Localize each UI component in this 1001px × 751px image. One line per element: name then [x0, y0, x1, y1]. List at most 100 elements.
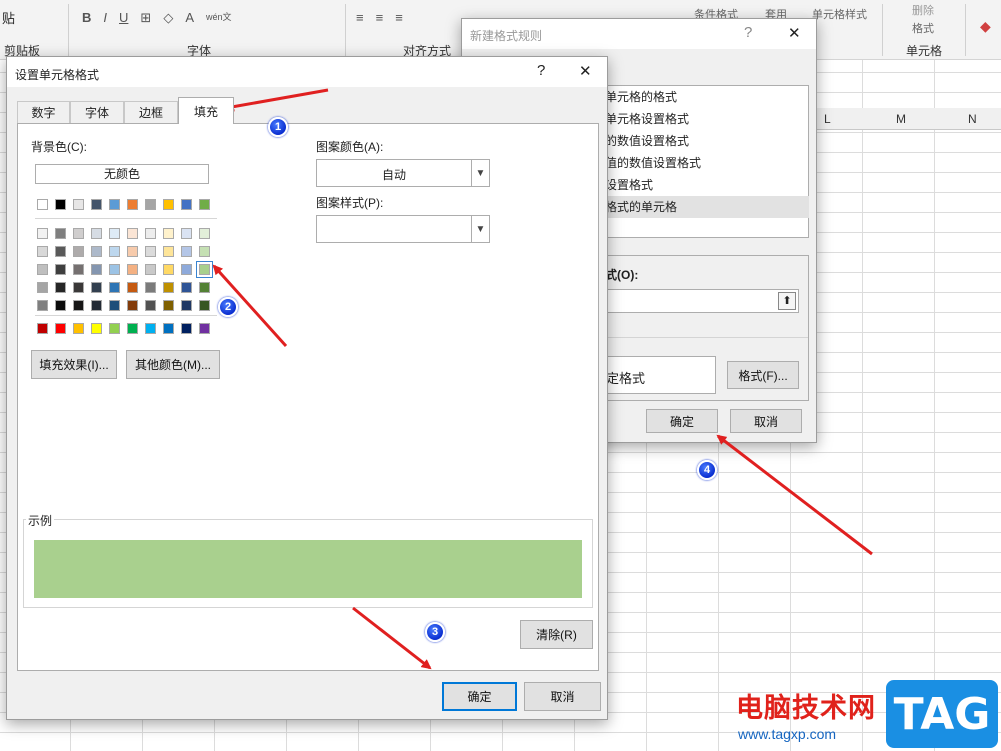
- fill-effects-button[interactable]: 填充效果(I)...: [31, 350, 117, 379]
- color-swatch[interactable]: [109, 199, 120, 210]
- color-swatch[interactable]: [163, 199, 174, 210]
- color-swatch[interactable]: [91, 282, 102, 293]
- close-icon[interactable]: ✕: [788, 24, 801, 42]
- tab-border[interactable]: 边框: [124, 101, 178, 123]
- list-item[interactable]: 值的数值设置格式: [603, 152, 809, 174]
- pattern-color-select[interactable]: 自动 ▼: [316, 159, 490, 187]
- rule-type-list[interactable]: 单元格的格式 单元格设置格式 的数值设置格式 值的数值设置格式 设置格式 格式的…: [602, 85, 809, 238]
- color-swatch[interactable]: [37, 323, 48, 334]
- color-swatch[interactable]: [73, 300, 84, 311]
- color-swatch[interactable]: [163, 246, 174, 257]
- color-swatch[interactable]: [127, 246, 138, 257]
- color-swatch[interactable]: [181, 264, 192, 275]
- color-swatch[interactable]: [109, 300, 120, 311]
- color-swatch[interactable]: [127, 228, 138, 239]
- color-swatch[interactable]: [145, 300, 156, 311]
- color-swatch[interactable]: [145, 199, 156, 210]
- border-icon[interactable]: ⊞: [140, 10, 151, 26]
- column-header[interactable]: M: [896, 112, 906, 126]
- color-swatch[interactable]: [37, 199, 48, 210]
- chevron-down-icon[interactable]: ▼: [471, 160, 489, 186]
- ribbon-format[interactable]: 格式: [912, 20, 934, 36]
- font-color-button[interactable]: A: [185, 10, 194, 26]
- eraser-icon[interactable]: ◆: [980, 18, 991, 35]
- color-swatch[interactable]: [145, 282, 156, 293]
- color-swatch[interactable]: [73, 323, 84, 334]
- color-swatch[interactable]: [163, 228, 174, 239]
- color-swatch[interactable]: [181, 282, 192, 293]
- color-swatch[interactable]: [55, 246, 66, 257]
- color-swatch[interactable]: [91, 264, 102, 275]
- close-icon[interactable]: ✕: [579, 62, 592, 80]
- color-swatch[interactable]: [181, 323, 192, 334]
- format-button[interactable]: 格式(F)...: [727, 361, 799, 389]
- color-swatch[interactable]: [73, 282, 84, 293]
- color-swatch[interactable]: [91, 228, 102, 239]
- color-swatch[interactable]: [91, 246, 102, 257]
- align-right-icon[interactable]: ≡: [395, 10, 403, 25]
- color-swatch[interactable]: [196, 261, 213, 278]
- bold-button[interactable]: B: [82, 10, 91, 26]
- color-swatch[interactable]: [199, 300, 210, 311]
- tab-fill[interactable]: 填充: [178, 97, 234, 124]
- color-swatch[interactable]: [163, 264, 174, 275]
- help-icon[interactable]: ?: [537, 62, 545, 79]
- collapse-range-icon[interactable]: ⬆: [778, 292, 796, 310]
- list-item-selected[interactable]: 格式的单元格: [603, 196, 809, 218]
- color-swatch[interactable]: [127, 199, 138, 210]
- color-swatch[interactable]: [127, 264, 138, 275]
- color-swatch[interactable]: [55, 199, 66, 210]
- list-item[interactable]: 的数值设置格式: [603, 130, 809, 152]
- underline-button[interactable]: U: [119, 10, 128, 26]
- color-swatch[interactable]: [73, 228, 84, 239]
- color-swatch[interactable]: [73, 246, 84, 257]
- list-item[interactable]: 单元格的格式: [603, 86, 809, 108]
- pattern-style-select[interactable]: ▼: [316, 215, 490, 243]
- color-swatch[interactable]: [127, 300, 138, 311]
- color-swatch[interactable]: [109, 264, 120, 275]
- color-swatch[interactable]: [145, 228, 156, 239]
- color-swatch[interactable]: [73, 264, 84, 275]
- color-swatch[interactable]: [55, 323, 66, 334]
- ribbon-delete[interactable]: 删除: [912, 2, 934, 18]
- color-swatch[interactable]: [199, 228, 210, 239]
- color-swatch[interactable]: [199, 323, 210, 334]
- phonetic-button[interactable]: wén文: [206, 10, 232, 26]
- color-swatch[interactable]: [145, 246, 156, 257]
- cancel-button[interactable]: 取消: [524, 682, 601, 711]
- list-item[interactable]: 单元格设置格式: [603, 108, 809, 130]
- color-swatch[interactable]: [109, 228, 120, 239]
- color-swatch[interactable]: [163, 282, 174, 293]
- color-swatch[interactable]: [91, 323, 102, 334]
- color-swatch[interactable]: [109, 282, 120, 293]
- color-swatch[interactable]: [37, 264, 48, 275]
- align-center-icon[interactable]: ≡: [376, 10, 384, 25]
- color-swatch[interactable]: [163, 323, 174, 334]
- list-item[interactable]: 设置格式: [603, 174, 809, 196]
- no-color-button[interactable]: 无颜色: [35, 164, 209, 184]
- color-swatch[interactable]: [109, 323, 120, 334]
- color-swatch[interactable]: [163, 300, 174, 311]
- chevron-down-icon[interactable]: ▼: [471, 216, 489, 242]
- align-left-icon[interactable]: ≡: [356, 10, 364, 25]
- color-swatch[interactable]: [55, 228, 66, 239]
- fill-color-icon[interactable]: ◇: [163, 10, 173, 26]
- color-swatch[interactable]: [37, 246, 48, 257]
- cancel-button[interactable]: 取消: [730, 409, 802, 433]
- paste-button[interactable]: 贴: [2, 8, 15, 27]
- color-swatch[interactable]: [199, 199, 210, 210]
- ok-button[interactable]: 确定: [442, 682, 517, 711]
- clear-button[interactable]: 清除(R): [520, 620, 593, 649]
- color-swatch[interactable]: [37, 228, 48, 239]
- color-swatch[interactable]: [91, 300, 102, 311]
- formula-input[interactable]: ⬆: [603, 289, 799, 313]
- color-swatch[interactable]: [91, 199, 102, 210]
- help-icon[interactable]: ?: [744, 24, 752, 41]
- color-swatch[interactable]: [73, 199, 84, 210]
- color-swatch[interactable]: [181, 228, 192, 239]
- color-swatch[interactable]: [37, 282, 48, 293]
- color-swatch[interactable]: [55, 282, 66, 293]
- color-swatch[interactable]: [55, 264, 66, 275]
- color-swatch[interactable]: [55, 300, 66, 311]
- color-swatch[interactable]: [181, 246, 192, 257]
